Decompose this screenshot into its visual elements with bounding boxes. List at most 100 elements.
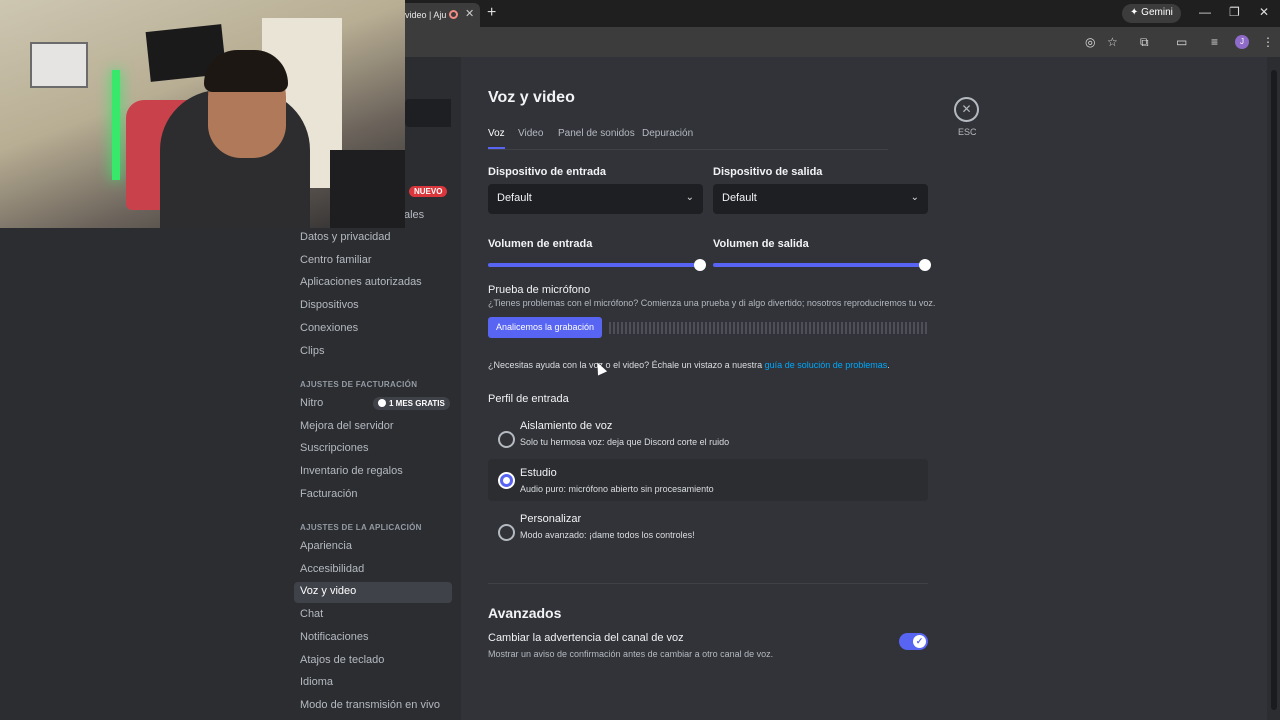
mic-test-desc: ¿Tienes problemas con el micrófono? Comi…	[488, 298, 936, 308]
page-title: Voz y video	[488, 89, 575, 106]
output-device-select[interactable]: Default ⌄	[713, 184, 928, 214]
slider-handle[interactable]	[694, 259, 706, 271]
sidebar-item-chat[interactable]: Chat	[294, 605, 452, 626]
radio-button[interactable]	[498, 431, 515, 448]
minimize-icon[interactable]: —	[1199, 5, 1211, 19]
input-volume-label: Volumen de entrada	[488, 238, 593, 250]
gemini-label: Gemini	[1141, 7, 1173, 18]
new-badge: NUEVO	[409, 186, 448, 197]
close-settings-button[interactable]: ✕	[954, 97, 979, 122]
sidebar-item-voice-video[interactable]: Voz y video	[294, 582, 452, 603]
sparkle-icon: ✦	[1130, 7, 1139, 18]
profile-option-voice-isolation[interactable]: Aislamiento de voz Solo tu hermosa voz: …	[488, 418, 928, 460]
chevron-down-icon: ⌄	[685, 192, 694, 203]
input-device-value: Default	[497, 192, 532, 204]
sidebar-item-billing[interactable]: Facturación	[294, 485, 452, 506]
check-icon: ✓	[913, 635, 926, 648]
sidebar-item-keybinds[interactable]: Atajos de teclado	[294, 651, 452, 672]
mic-level-meter	[609, 322, 929, 334]
app-settings-header: AJUSTES DE LA APLICACIÓN	[300, 523, 422, 532]
chevron-down-icon: ⌄	[910, 192, 919, 203]
sidebar-item-language[interactable]: Idioma	[294, 673, 452, 694]
sidebar-item-connections[interactable]: Conexiones	[294, 319, 452, 340]
voice-channel-warning-toggle[interactable]: ✓	[899, 633, 928, 650]
input-profile-title: Perfil de entrada	[488, 393, 569, 405]
radio-button[interactable]	[498, 472, 515, 489]
menu-icon[interactable]: ⋮	[1262, 35, 1274, 49]
sidebar-item-privacy[interactable]: Datos y privacidad	[294, 228, 452, 249]
star-icon[interactable]: ☆	[1107, 35, 1118, 49]
output-device-label: Dispositivo de salida	[713, 166, 823, 178]
extensions-icon[interactable]: ⧉	[1140, 35, 1149, 50]
billing-header: AJUSTES DE FACTURACIÓN	[300, 380, 418, 389]
sidebar-item-clips[interactable]: Clips	[294, 342, 452, 363]
help-text-end: .	[887, 360, 890, 370]
browser-tab[interactable]: video | Aju ✕	[395, 3, 480, 27]
slider-handle[interactable]	[919, 259, 931, 271]
help-text-body: ¿Necesitas ayuda con la voz o el video? …	[488, 360, 765, 370]
sidebar-item-notifications[interactable]: Notificaciones	[294, 628, 452, 649]
profile-option-custom[interactable]: Personalizar Modo avanzado: ¡dame todos …	[488, 511, 928, 553]
mic-test-button[interactable]: Analicemos la grabación	[488, 317, 602, 338]
tab-video[interactable]: Video	[518, 128, 543, 147]
sidebar-item-partial[interactable]: ales	[404, 209, 424, 221]
close-icon: ✕	[961, 102, 972, 116]
voice-channel-warning-title: Cambiar la advertencia del canal de voz	[488, 632, 684, 644]
sidebar-item-accessibility[interactable]: Accesibilidad	[294, 560, 452, 581]
sidebar-item-server-boost[interactable]: Mejora del servidor	[294, 417, 452, 438]
new-tab-button[interactable]: +	[487, 4, 496, 22]
webcam-wall-board	[30, 42, 88, 88]
scrollbar-thumb[interactable]	[1271, 70, 1277, 710]
tab-debug[interactable]: Depuración	[642, 128, 693, 147]
restore-icon[interactable]: ❐	[1229, 5, 1240, 19]
sidebar-search[interactable]	[405, 99, 451, 127]
profile-option-title: Personalizar	[520, 513, 582, 525]
tab-title: video | Aju	[405, 10, 447, 20]
voice-channel-warning-desc: Mostrar un aviso de confirmación antes d…	[488, 649, 774, 659]
gift-icon	[378, 399, 386, 407]
input-device-select[interactable]: Default ⌄	[488, 184, 703, 214]
esc-label: ESC	[958, 127, 977, 137]
profile-option-desc: Solo tu hermosa voz: deja que Discord co…	[520, 437, 730, 447]
media-icon[interactable]: ≡	[1211, 35, 1218, 49]
nitro-badge: 1 MES GRATIS	[373, 397, 450, 410]
profile-option-desc: Modo avanzado: ¡dame todos los controles…	[520, 530, 695, 540]
sidebar-item-appearance[interactable]: Apariencia	[294, 537, 452, 558]
recording-icon	[449, 10, 458, 19]
section-divider	[488, 583, 928, 584]
nitro-badge-label: 1 MES GRATIS	[389, 399, 445, 408]
eye-off-icon[interactable]: ◎	[1085, 35, 1095, 49]
radio-button[interactable]	[498, 524, 515, 541]
sidebar-item-devices[interactable]: Dispositivos	[294, 296, 452, 317]
profile-option-studio[interactable]: Estudio Audio puro: micrófono abierto si…	[488, 459, 928, 501]
webcam-overlay	[0, 0, 405, 228]
tab-soundboard[interactable]: Panel de sonidos	[558, 128, 635, 147]
mic-test-title: Prueba de micrófono	[488, 284, 591, 296]
sidebar-item-subscriptions[interactable]: Suscripciones	[294, 439, 452, 460]
voice-video-tabs: Voz Video Panel de sonidos Depuración	[488, 128, 888, 150]
settings-content	[461, 57, 1267, 720]
cast-icon[interactable]: ▭	[1176, 35, 1187, 49]
webcam-desk	[330, 150, 405, 228]
sidebar-item-family[interactable]: Centro familiar	[294, 251, 452, 272]
profile-avatar[interactable]: J	[1235, 35, 1249, 49]
tab-voice[interactable]: Voz	[488, 128, 505, 149]
advanced-title: Avanzados	[488, 605, 562, 621]
input-device-label: Dispositivo de entrada	[488, 166, 606, 178]
output-device-value: Default	[722, 192, 757, 204]
help-text: ¿Necesitas ayuda con la voz o el video? …	[488, 360, 890, 370]
sidebar-item-authorized-apps[interactable]: Aplicaciones autorizadas	[294, 273, 452, 294]
sidebar-item-streamer-mode[interactable]: Modo de transmisión en vivo	[294, 696, 452, 717]
sidebar-item-gift-inventory[interactable]: Inventario de regalos	[294, 462, 452, 483]
troubleshooting-link[interactable]: guía de solución de problemas	[765, 360, 888, 370]
window-close-icon[interactable]: ✕	[1259, 5, 1269, 19]
profile-option-desc: Audio puro: micrófono abierto sin proces…	[520, 484, 714, 494]
profile-option-title: Aislamiento de voz	[520, 420, 613, 432]
profile-option-title: Estudio	[520, 467, 557, 479]
output-volume-slider[interactable]	[713, 259, 931, 271]
webcam-light	[112, 70, 120, 180]
gemini-button[interactable]: ✦ Gemini	[1122, 4, 1181, 23]
output-volume-label: Volumen de salida	[713, 238, 809, 250]
tab-close-icon[interactable]: ✕	[465, 7, 474, 20]
input-volume-slider[interactable]	[488, 259, 706, 271]
